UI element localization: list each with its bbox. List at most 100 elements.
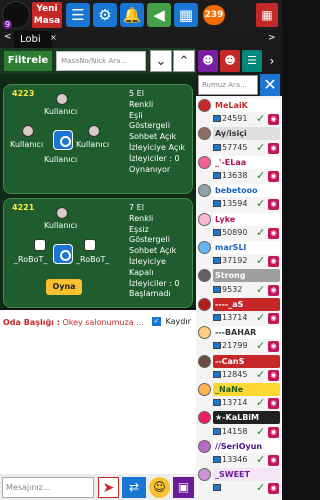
user-stats-row[interactable]: ✓ ◉ <box>196 479 282 499</box>
check-icon: ✓ <box>256 254 266 268</box>
user-score: 13594 <box>222 199 248 209</box>
room-title-label: Oda Başlığı : <box>3 318 60 327</box>
user-list: MeLaiK 24591 ✓ ◉ Ay/isiçi 57745 ✓ ◉ _'-ELaa 13638… <box>196 96 282 500</box>
new-table-button[interactable]: Yeni Masa <box>32 2 62 28</box>
send-icon[interactable]: ➤ <box>98 477 119 498</box>
room-chat: Sohbet Açık <box>129 246 177 256</box>
message-placeholder: Mesajınız... <box>6 483 51 492</box>
seat-avatar <box>22 125 34 137</box>
user-score: 57745 <box>222 142 248 152</box>
autoscroll-toggle[interactable]: ✓ Kaydır <box>152 317 191 326</box>
computer-icon <box>213 285 221 293</box>
level-badge: 9 <box>3 20 13 29</box>
user-score: 13714 <box>222 398 248 408</box>
check-icon: ✓ <box>256 311 266 324</box>
bell-icon[interactable]: 🔔 <box>120 3 144 27</box>
check-icon: ✓ <box>256 339 266 353</box>
shop-icon[interactable]: ▦ <box>174 3 198 27</box>
check-icon: ✓ <box>256 453 266 466</box>
computer-icon <box>213 427 221 435</box>
room-status: Oynanıyor <box>129 164 171 174</box>
room-list: 4223 Kullanıcı Kullanıcı Kullanıcı Kulla… <box>0 74 196 308</box>
room-color-mode: Renkli <box>129 99 154 109</box>
user-score: 14158 <box>222 426 248 436</box>
room-info: 7 El Renkli Eşsiz Göstergeli Sohbet Açık… <box>129 203 192 300</box>
room-info: 5 El Renkli Eşli Göstergeli Sohbet Açık … <box>129 89 185 175</box>
video-icon[interactable]: ▦ <box>256 3 278 27</box>
computer-icon <box>213 143 221 151</box>
settings-gear-icon[interactable]: ⚙ <box>93 3 117 27</box>
filter-bar: Filtrele MasaNo/Nick Ara... ⌄ ⌃ <box>0 48 196 74</box>
room-status: Başlamadı <box>129 289 171 299</box>
room-title-text: Okey salonumuza ... <box>62 318 144 327</box>
filter-button[interactable]: Filtrele <box>4 51 52 71</box>
group-icon[interactable]: ☻ <box>220 50 240 72</box>
user-score: 37192 <box>222 256 248 266</box>
robot-icon <box>84 239 96 251</box>
check-icon: ✓ <box>256 169 266 182</box>
check-icon: ✓ <box>256 481 266 495</box>
table-search-input[interactable]: MasaNo/Nick Ara... <box>56 51 146 71</box>
smiley-icon[interactable]: ☺ <box>149 477 170 498</box>
check-icon: ✓ <box>256 367 266 381</box>
room-indicator: Göstergeli <box>129 121 170 131</box>
computer-icon <box>213 342 221 350</box>
room-spectate: İzleyiciye Kapalı <box>129 256 166 277</box>
table-icon[interactable] <box>53 244 73 264</box>
room-spectators: İzleyiciler : 0 <box>129 153 180 163</box>
computer-icon <box>213 399 221 407</box>
seat-name: Kullanıcı <box>44 107 78 116</box>
user-search-row: Rumuz Ara... ✕ <box>196 74 282 96</box>
play-button[interactable]: Oyna <box>46 279 82 295</box>
computer-icon <box>213 172 221 179</box>
user-score: 50890 <box>222 227 248 237</box>
autoscroll-label: Kaydır <box>165 317 191 326</box>
user-score: 21799 <box>222 341 248 351</box>
user-score: 13638 <box>222 171 248 180</box>
room-hands: 7 El <box>129 203 144 212</box>
coin-balance[interactable]: 239 <box>203 5 225 25</box>
profile-icon[interactable]: ◉ <box>268 483 279 495</box>
tab-scroll-right-icon[interactable]: > <box>268 33 276 43</box>
checkbox-icon[interactable]: ✓ <box>152 317 161 326</box>
seat-avatar <box>88 125 100 137</box>
chevron-up-icon[interactable]: ⌃ <box>173 50 195 72</box>
tab-scroll-left-icon[interactable]: < <box>4 32 12 42</box>
seat-name: Kullanıcı <box>76 140 110 149</box>
new-table-label-1: Yeni <box>36 4 58 14</box>
table-search-placeholder: MasaNo/Nick Ara... <box>61 57 128 65</box>
friends-icon[interactable]: ☻ <box>198 50 218 72</box>
back-arrow-icon[interactable]: ◀ <box>147 3 171 27</box>
room-id: 4223 <box>12 89 35 98</box>
room-indicator: Göstergeli <box>129 235 170 245</box>
check-icon: ✓ <box>256 225 266 239</box>
tab-close-icon[interactable]: × <box>50 33 57 42</box>
seat-name: _RoBoT_ <box>76 255 110 264</box>
tab-lobi[interactable]: Lobi <box>14 31 52 48</box>
table-icon[interactable] <box>53 130 73 150</box>
message-input[interactable]: Mesajınız... <box>2 477 94 498</box>
user-avatar[interactable]: 9 <box>2 1 30 29</box>
check-icon: ✓ <box>256 282 266 296</box>
switch-icon[interactable]: ⇄ <box>122 477 146 498</box>
gift-icon[interactable]: ▣ <box>173 477 194 498</box>
menu-icon[interactable]: ☰ <box>66 3 90 27</box>
check-icon: ✓ <box>256 396 266 410</box>
room-card[interactable]: 4223 Kullanıcı Kullanıcı Kullanıcı Kulla… <box>3 84 193 194</box>
computer-icon <box>213 456 221 463</box>
computer-icon <box>213 115 221 123</box>
check-icon: ✓ <box>256 424 266 438</box>
room-spectators: İzleyiciler : 0 <box>129 278 180 288</box>
user-score: 24591 <box>222 114 248 124</box>
close-icon[interactable]: ✕ <box>260 74 280 96</box>
check-icon: ✓ <box>256 197 266 211</box>
list-icon[interactable]: ☰ <box>242 50 262 72</box>
seat-avatar <box>56 93 68 105</box>
chevron-down-icon[interactable]: ⌄ <box>150 50 172 72</box>
room-card[interactable]: 4221 Kullanıcı _RoBoT_ _RoBoT_ Oyna 7 El… <box>3 198 193 308</box>
computer-icon <box>213 314 221 321</box>
chevron-right-icon[interactable]: › <box>262 50 282 72</box>
user-search-input[interactable]: Rumuz Ara... <box>198 75 258 95</box>
tab-bar: < Lobi × > <box>0 30 282 48</box>
chat-area[interactable]: Oda Başlığı : Okey salonumuza ... ✓ Kayd… <box>0 310 196 474</box>
